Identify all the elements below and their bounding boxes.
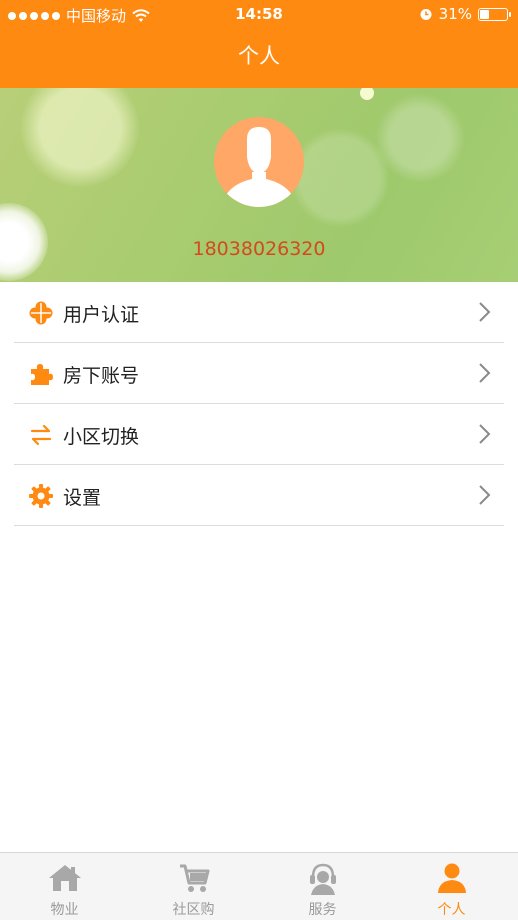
chevron-right-icon — [479, 302, 491, 322]
profile-header: 18038026320 — [0, 88, 518, 282]
menu-item-label: 用户认证 — [63, 304, 140, 326]
user-phone: 18038026320 — [192, 238, 326, 260]
battery-percent: 31% — [438, 5, 472, 23]
house-icon — [49, 865, 81, 891]
tab-label: 服务 — [308, 902, 337, 918]
status-bar: 中国移动 14:58 31% — [0, 0, 518, 28]
menu-list: 用户认证 房下账号 小区切换 设置 — [0, 282, 518, 526]
menu-item-sub-accounts[interactable]: 房下账号 — [14, 343, 504, 404]
tab-label: 物业 — [50, 902, 79, 918]
chevron-right-icon — [479, 485, 491, 505]
tab-personal[interactable]: 个人 — [387, 853, 516, 920]
headset-icon — [310, 863, 336, 895]
puzzle-icon — [31, 364, 53, 385]
tab-label: 社区购 — [172, 902, 215, 918]
cart-icon — [180, 864, 210, 892]
menu-item-user-verification[interactable]: 用户认证 — [14, 282, 504, 343]
chevron-right-icon — [479, 363, 491, 383]
menu-item-switch-community[interactable]: 小区切换 — [14, 404, 504, 465]
background-light — [360, 88, 374, 100]
menu-item-label: 小区切换 — [63, 426, 140, 448]
tab-service[interactable]: 服务 — [258, 853, 387, 920]
swap-arrows-icon — [30, 424, 52, 446]
clover-icon — [29, 301, 53, 325]
person-icon — [438, 863, 466, 893]
top-bar: 中国移动 14:58 31% 个人 — [0, 0, 518, 88]
status-right: 31% — [419, 5, 511, 23]
menu-item-label: 房下账号 — [63, 365, 140, 387]
tab-property[interactable]: 物业 — [0, 853, 129, 920]
battery-icon — [478, 7, 511, 21]
menu-item-settings[interactable]: 设置 — [14, 465, 504, 526]
chevron-right-icon — [479, 424, 491, 444]
gear-icon — [29, 484, 53, 508]
tab-community-shop[interactable]: 社区购 — [129, 853, 258, 920]
alarm-icon — [420, 9, 432, 20]
page-title: 个人 — [238, 44, 280, 68]
tab-bar: 物业 社区购 服务 个人 — [0, 852, 518, 920]
screen: 中国移动 14:58 31% 个人 18038026320 用户认证 房下账号 … — [0, 0, 518, 920]
menu-item-label: 设置 — [63, 487, 102, 509]
default-avatar-icon — [226, 127, 292, 207]
tab-label: 个人 — [437, 902, 466, 918]
avatar[interactable] — [214, 117, 304, 207]
